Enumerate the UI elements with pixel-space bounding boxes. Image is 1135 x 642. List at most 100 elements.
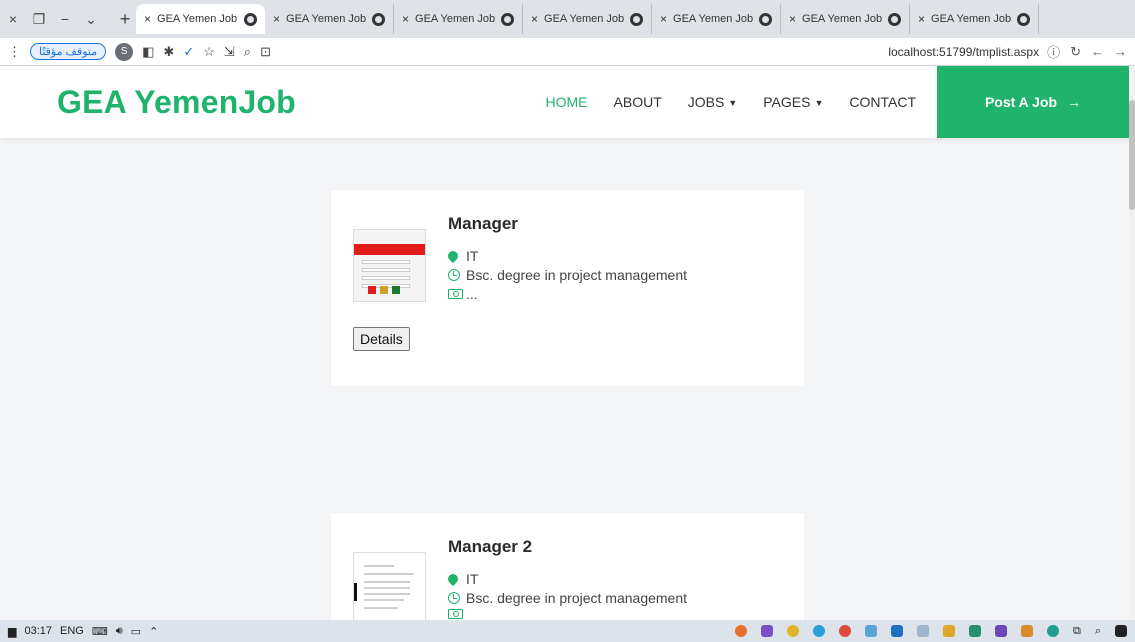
nav-about[interactable]: ABOUT	[614, 94, 662, 110]
reload-icon[interactable]: ↻	[1070, 44, 1081, 60]
site-logo[interactable]: GEA YemenJob	[57, 84, 296, 121]
skype-app-icon[interactable]	[812, 625, 825, 637]
app-icon[interactable]	[968, 625, 981, 637]
browser-tab[interactable]: × GEA Yemen Job F	[136, 4, 265, 34]
bookmark-star-icon[interactable]: ☆	[203, 44, 215, 60]
nav-label: HOME	[545, 94, 588, 110]
tab-close-icon[interactable]: ×	[531, 12, 538, 26]
browser-tab[interactable]: × GEA Yemen Job F	[394, 4, 523, 34]
browser-tab[interactable]: × GEA Yemen Job F	[652, 4, 781, 34]
notification-icon[interactable]: ▆	[8, 625, 16, 638]
nav-pages[interactable]: PAGES ▼	[763, 94, 823, 110]
app-icon[interactable]	[1020, 625, 1033, 637]
post-job-label: Post A Job	[984, 94, 1058, 110]
clock-icon	[448, 269, 466, 281]
tab-close-icon[interactable]: ×	[918, 12, 925, 26]
chevron-down-icon: ▼	[728, 98, 738, 108]
map-pin-icon	[445, 571, 466, 587]
map-pin-icon	[445, 248, 466, 264]
nav-jobs[interactable]: JOBS ▼	[688, 94, 738, 110]
translate-icon[interactable]: ⊡	[260, 44, 271, 60]
job-card-row: Manager 2 IT Bsc. degree in project mana…	[353, 535, 782, 625]
tab-list-chevron-icon[interactable]: ⌄	[78, 11, 104, 28]
taskbar-apps: ⧉ ⌕	[734, 625, 1135, 638]
nav-label: PAGES	[763, 94, 811, 110]
details-button[interactable]: Details	[353, 327, 410, 351]
taskbar-time[interactable]: 03:17	[24, 625, 52, 637]
tab-title: GEA Yemen Job F	[415, 13, 496, 25]
tab-favicon-globe-icon	[501, 12, 514, 26]
requirement-text: Bsc. degree in project management	[466, 590, 688, 606]
tab-title: GEA Yemen Job F	[286, 13, 367, 25]
new-tab-button[interactable]: +	[114, 9, 136, 30]
profile-avatar[interactable]: S	[115, 42, 134, 61]
tab-favicon-globe-icon	[759, 12, 772, 26]
tab-title: GEA Yemen Job F	[931, 13, 1012, 25]
zoom-icon[interactable]: ⌕	[244, 44, 251, 60]
app-icon[interactable]	[942, 625, 955, 637]
taskbar-language[interactable]: ENG	[60, 625, 84, 637]
job-salary: ...	[448, 286, 687, 302]
browser-tab[interactable]: × GEA Yemen Job F	[781, 4, 910, 34]
tab-close-icon[interactable]: ×	[660, 12, 667, 26]
paint-app-icon[interactable]	[916, 625, 929, 637]
nav-contact[interactable]: CONTACT	[849, 94, 916, 110]
toolbar-left: ⋮ متوقف مؤقتًا S ◧ ✱ ✓ ☆ ⇲ ⌕ ⊡	[0, 42, 271, 61]
extensions-icon[interactable]: ✱	[163, 44, 174, 60]
keyboard-icon[interactable]: ⌨	[92, 625, 108, 638]
tab-close-icon[interactable]: ×	[402, 12, 409, 26]
chrome-app-icon[interactable]	[838, 625, 851, 637]
browser-tab[interactable]: × GEA Yemen Job F	[910, 4, 1039, 34]
job-info: Manager IT Bsc. degree in project manage…	[445, 212, 688, 305]
windows-start-icon[interactable]	[1115, 625, 1127, 637]
nav-label: JOBS	[687, 94, 725, 110]
site-info-icon[interactable]: ⓘ	[1047, 42, 1060, 61]
minimize-window-icon[interactable]: −	[52, 11, 78, 27]
forward-icon[interactable]: ←	[1091, 44, 1104, 59]
job-requirement: Bsc. degree in project management	[448, 590, 687, 606]
job-title[interactable]: Manager	[448, 214, 687, 234]
visual-studio-app-icon[interactable]	[994, 625, 1007, 637]
search-icon[interactable]: ⌕	[1095, 625, 1101, 638]
sidebar-icon[interactable]: ◧	[142, 44, 154, 60]
back-icon[interactable]: →	[1114, 44, 1127, 59]
url-field[interactable]: localhost:51799/tmplist.aspx	[888, 45, 1039, 59]
restore-window-icon[interactable]: ❐	[26, 11, 52, 28]
edge-app-icon[interactable]	[1046, 625, 1059, 637]
close-window-icon[interactable]: ×	[0, 11, 26, 27]
tab-close-icon[interactable]: ×	[273, 12, 280, 26]
chevron-up-icon[interactable]: ⌃	[149, 625, 158, 638]
nav-home[interactable]: HOME	[546, 94, 588, 110]
sync-paused-badge[interactable]: متوقف مؤقتًا	[30, 43, 107, 60]
os-taskbar: ▆ 03:17 ENG ⌨ 🔊︎ ▭ ⌃ ⧉ ⌕	[0, 620, 1135, 642]
requirement-text: Bsc. degree in project management	[466, 267, 688, 283]
job-title[interactable]: Manager 2	[448, 537, 687, 557]
firefox-app-icon[interactable]	[734, 625, 747, 637]
volume-icon[interactable]: 🔊︎	[116, 625, 123, 638]
checkmark-extension-icon[interactable]: ✓	[183, 44, 194, 60]
tabs-container: + × GEA Yemen Job F × GEA Yemen Job F × …	[114, 4, 1135, 34]
app-icon[interactable]	[890, 625, 903, 637]
arrow-right-icon: →	[1067, 94, 1082, 110]
menu-kebab-icon[interactable]: ⋮	[8, 44, 21, 60]
money-icon	[448, 289, 466, 299]
scrollbar-thumb[interactable]	[1129, 100, 1135, 210]
battery-icon[interactable]: ▭	[131, 625, 141, 638]
browser-tab[interactable]: × GEA Yemen Job F	[523, 4, 652, 34]
job-thumbnail	[353, 229, 426, 302]
job-location: IT	[445, 571, 687, 587]
location-text: IT	[466, 248, 479, 264]
address-bar: ⋮ متوقف مؤقتًا S ◧ ✱ ✓ ☆ ⇲ ⌕ ⊡ localhost…	[0, 38, 1135, 66]
browser-tab[interactable]: × GEA Yemen Job F	[265, 4, 394, 34]
job-info: Manager 2 IT Bsc. degree in project mana…	[445, 535, 687, 625]
share-icon[interactable]: ⇲	[224, 44, 235, 60]
app-icon[interactable]	[864, 625, 877, 637]
tab-close-icon[interactable]: ×	[144, 12, 151, 26]
job-thumbnail	[353, 552, 426, 625]
job-location: IT	[445, 248, 687, 264]
visual-studio-app-icon[interactable]	[760, 625, 773, 637]
tab-close-icon[interactable]: ×	[789, 12, 796, 26]
post-job-button[interactable]: Post A Job →	[937, 66, 1129, 138]
task-view-icon[interactable]: ⧉	[1073, 625, 1081, 638]
app-icon[interactable]	[786, 625, 799, 637]
